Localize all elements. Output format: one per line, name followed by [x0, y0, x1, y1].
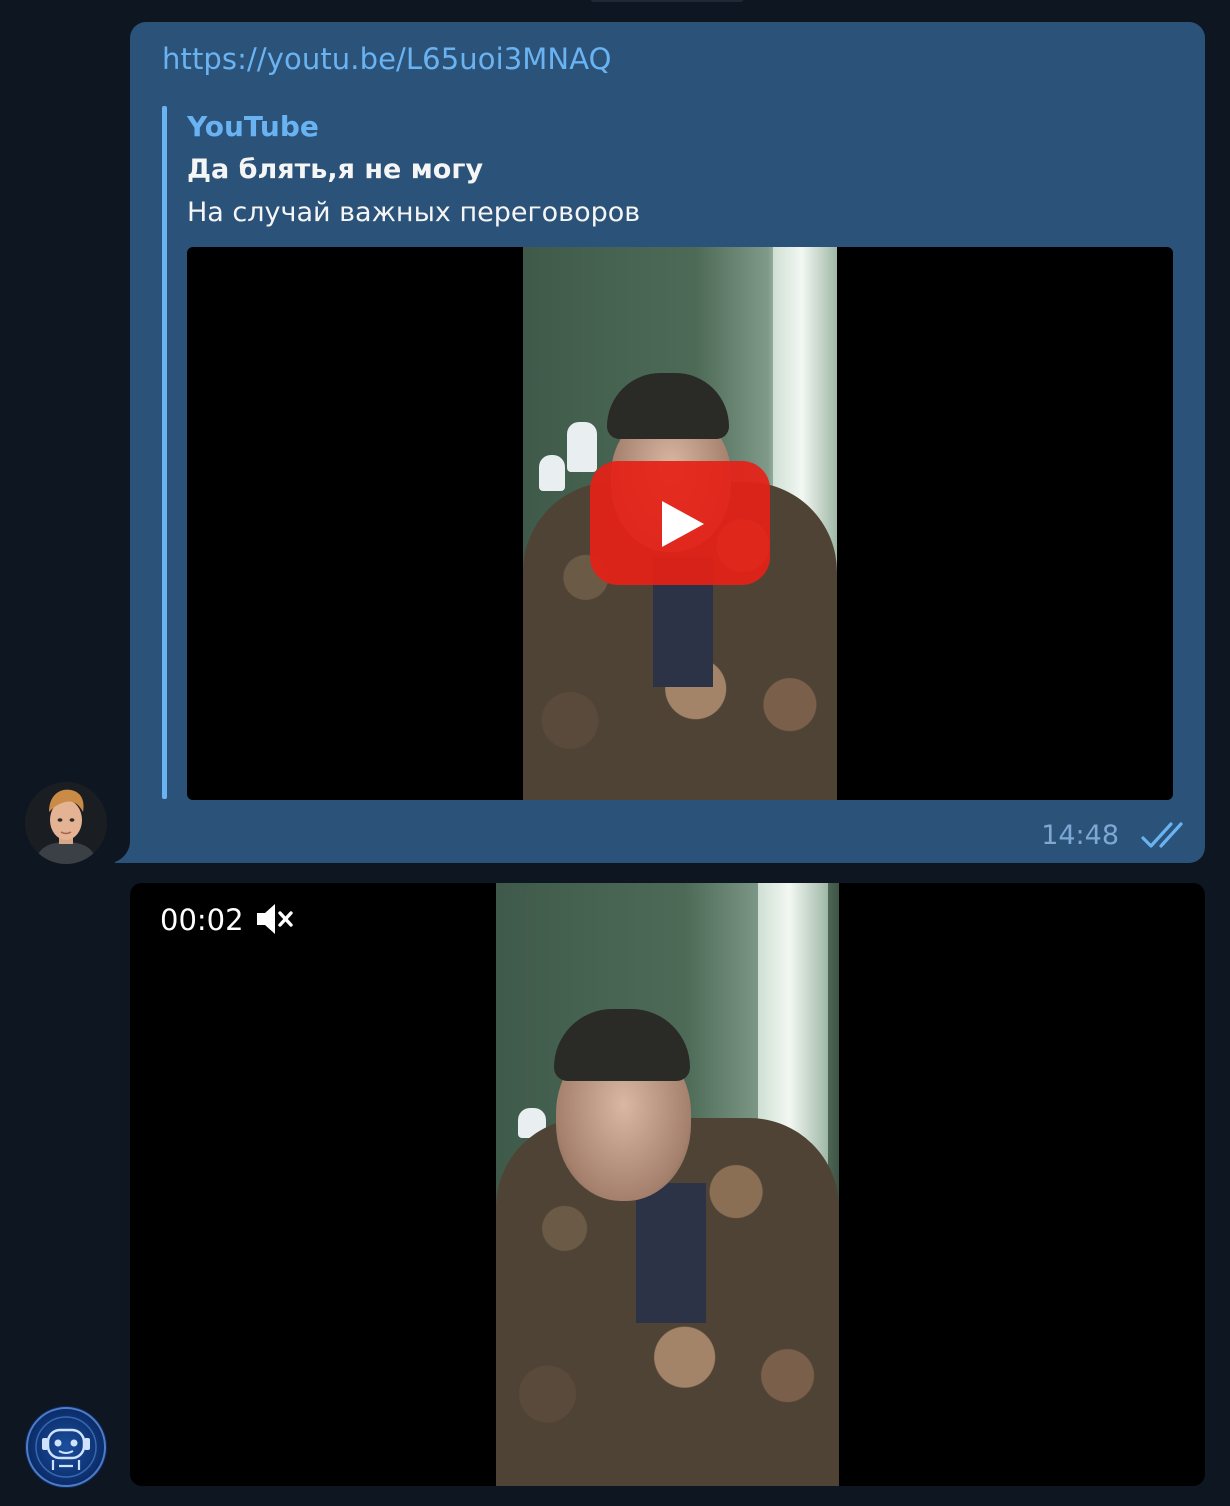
muted-speaker-icon[interactable] [255, 901, 297, 937]
youtube-play-button[interactable] [590, 461, 770, 585]
scroll-date-pill [590, 0, 744, 2]
message-bubble-link[interactable]: https://youtu.be/L65uoi3MNAQ YouTube Да … [130, 22, 1205, 863]
message-time: 14:48 [1041, 820, 1119, 851]
link-preview-description: На случай важных переговоров [187, 197, 641, 228]
video-duration: 00:02 [160, 903, 244, 937]
bot-avatar[interactable] [25, 1406, 107, 1488]
link-preview-thumbnail[interactable] [187, 247, 1173, 800]
link-preview-title[interactable]: Да блять,я не могу [187, 154, 483, 185]
link-preview-accent-bar [162, 106, 167, 799]
chat-view: https://youtu.be/L65uoi3MNAQ YouTube Да … [0, 0, 1230, 1506]
video-message[interactable]: 00:02 [130, 883, 1205, 1486]
user-avatar[interactable] [25, 782, 107, 864]
video-frame [496, 883, 839, 1486]
link-preview-site-name[interactable]: YouTube [187, 110, 319, 143]
avatar-illustration [25, 782, 107, 864]
bubble-tail [115, 843, 135, 863]
play-icon [662, 501, 704, 547]
double-check-icon [1141, 822, 1183, 848]
robot-icon [26, 1407, 106, 1487]
message-link[interactable]: https://youtu.be/L65uoi3MNAQ [162, 42, 612, 76]
